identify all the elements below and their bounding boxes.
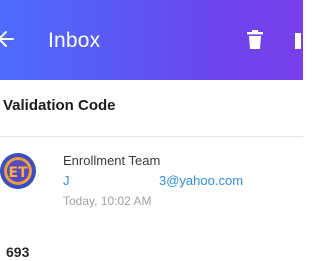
message-timestamp: Today, 10:02 AM (63, 194, 152, 208)
sender-email-domain[interactable]: 3@yahoo.com (159, 173, 243, 189)
trash-icon[interactable] (246, 30, 264, 50)
message-subject: Validation Code (3, 97, 116, 114)
subject-row: Validation Code (0, 80, 303, 137)
sender-name: Enrollment Team (63, 153, 161, 168)
back-arrow-icon[interactable] (0, 24, 17, 54)
sender-row[interactable]: ET Enrollment Team J 3@yahoo.com Today, … (0, 137, 303, 226)
avatar[interactable]: ET (0, 152, 37, 190)
overflow-menu-icon[interactable] (295, 31, 303, 51)
app-bar: Inbox (0, 0, 303, 80)
message-body: 693 (6, 244, 30, 260)
page-title: Inbox (48, 29, 101, 52)
sender-email-local[interactable]: J (63, 173, 70, 189)
svg-text:ET: ET (8, 165, 28, 181)
email-viewer: Inbox Validation Code ET Enrollment Team… (0, 0, 303, 261)
